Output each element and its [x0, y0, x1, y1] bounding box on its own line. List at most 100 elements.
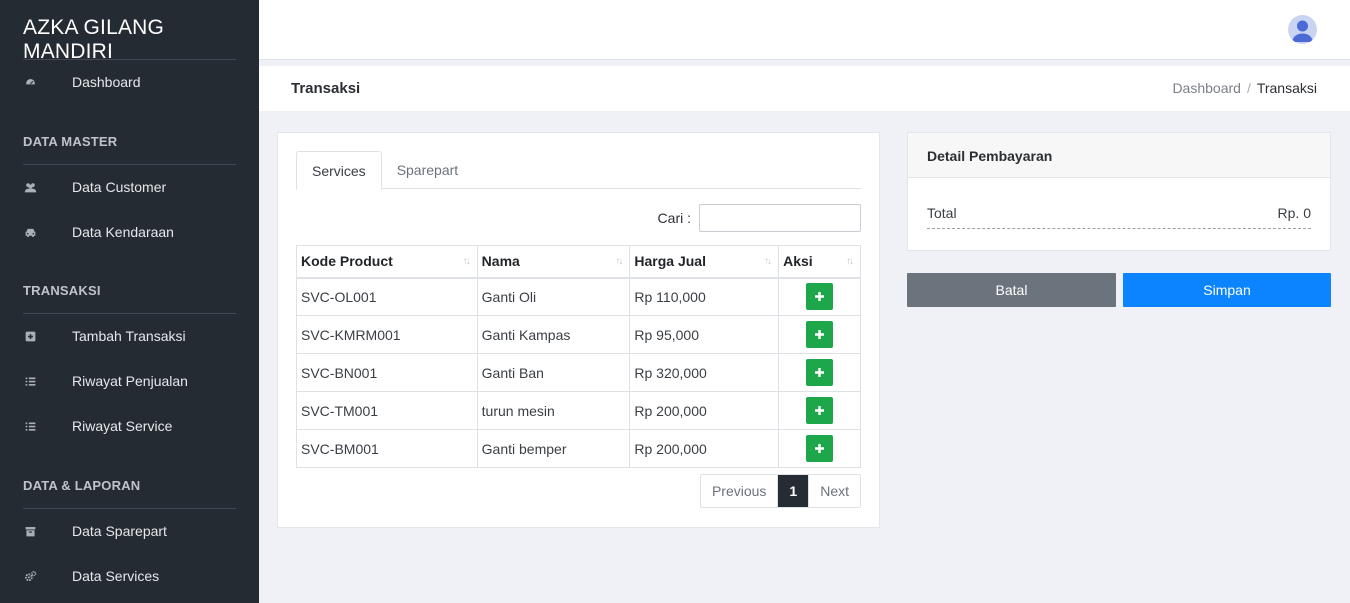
- page-title: Transaksi: [291, 80, 361, 97]
- add-item-button[interactable]: [806, 397, 834, 424]
- cell-aksi: [778, 429, 861, 468]
- payment-detail-title: Detail Pembayaran: [908, 133, 1330, 178]
- cell-harga: Rp 95,000: [629, 315, 780, 354]
- plus-icon: [815, 368, 825, 377]
- cell-kode: SVC-KMRM001: [296, 315, 478, 354]
- sidebar-item-label: Riwayat Service: [72, 418, 173, 434]
- search-input[interactable]: [699, 204, 861, 232]
- cell-aksi: [778, 391, 861, 430]
- total-label: Total: [927, 205, 957, 221]
- sidebar-item-label: Data Customer: [72, 179, 167, 195]
- cell-nama: turun mesin: [476, 391, 631, 430]
- breadcrumb-current: Transaksi: [1256, 80, 1317, 96]
- sidebar-item-data-kendaraan[interactable]: Data Kendaraan: [0, 212, 259, 252]
- cell-nama: Ganti bemper: [476, 429, 631, 468]
- cell-aksi: [778, 353, 861, 392]
- sidebar-item-data-sparepart[interactable]: Data Sparepart: [0, 511, 259, 551]
- page-header: Transaksi Dashboard / Transaksi: [259, 66, 1350, 111]
- table-header-row: Kode Product ↑↓ Nama ↑↓ Harga Jual ↑↓ Aksi ↑…: [296, 245, 861, 279]
- divider: [23, 59, 236, 60]
- tab-sparepart[interactable]: Sparepart: [382, 151, 473, 189]
- column-header-nama[interactable]: Nama ↑↓: [476, 245, 631, 279]
- column-header-label: Kode Product: [301, 253, 393, 270]
- table-row: SVC-BN001 Ganti Ban Rp 320,000: [296, 353, 861, 392]
- list-icon: [23, 419, 37, 433]
- breadcrumb-link-dashboard[interactable]: Dashboard: [1172, 80, 1241, 96]
- sort-icon: ↑↓: [764, 256, 772, 267]
- table-row: SVC-KMRM001 Ganti Kampas Rp 95,000: [296, 315, 861, 354]
- table-row: SVC-TM001 turun mesin Rp 200,000: [296, 391, 861, 430]
- column-header-label: Nama: [481, 253, 520, 270]
- section-heading-data-master: DATA MASTER: [23, 134, 118, 149]
- users-icon: [23, 180, 37, 194]
- divider: [23, 164, 236, 165]
- sort-icon: ↑↓: [846, 256, 854, 267]
- plus-square-icon: [23, 329, 37, 343]
- tachometer-icon: [23, 75, 37, 89]
- sidebar-item-data-customer[interactable]: Data Customer: [0, 167, 259, 207]
- archive-icon: [23, 524, 37, 538]
- cell-harga: Rp 110,000: [629, 277, 780, 316]
- cell-nama: Ganti Kampas: [476, 315, 631, 354]
- product-tabs: Services Sparepart: [296, 151, 861, 190]
- column-header-aksi[interactable]: Aksi ↑↓: [778, 245, 861, 279]
- pagination-next-button[interactable]: Next: [808, 475, 860, 507]
- total-row: Total Rp. 0: [927, 205, 1311, 229]
- cell-harga: Rp 320,000: [629, 353, 780, 392]
- sidebar-item-label: Riwayat Penjualan: [72, 373, 188, 389]
- sidebar-item-tambah-transaksi[interactable]: Tambah Transaksi: [0, 316, 259, 356]
- payment-detail-card: Detail Pembayaran Total Rp. 0: [907, 132, 1331, 251]
- sidebar-item-label: Data Sparepart: [72, 523, 167, 539]
- total-value: Rp. 0: [1277, 205, 1311, 221]
- breadcrumb: Dashboard / Transaksi: [1172, 80, 1317, 96]
- table-row: SVC-BM001 Ganti bemper Rp 200,000: [296, 429, 861, 468]
- add-item-button[interactable]: [806, 435, 834, 462]
- cell-aksi: [778, 315, 861, 354]
- sidebar-item-label: Tambah Transaksi: [72, 328, 186, 344]
- pagination-previous-button[interactable]: Previous: [701, 475, 777, 507]
- cell-kode: SVC-BM001: [296, 429, 478, 468]
- divider: [23, 508, 236, 509]
- cell-kode: SVC-TM001: [296, 391, 478, 430]
- sidebar-item-riwayat-penjualan[interactable]: Riwayat Penjualan: [0, 361, 259, 401]
- cell-harga: Rp 200,000: [629, 429, 780, 468]
- plus-icon: [815, 406, 825, 415]
- plus-icon: [815, 292, 825, 302]
- column-header-label: Harga Jual: [634, 253, 706, 270]
- topbar: [259, 0, 1350, 60]
- sidebar-item-riwayat-service[interactable]: Riwayat Service: [0, 406, 259, 446]
- search-label: Cari :: [657, 210, 691, 226]
- column-header-label: Aksi: [783, 253, 813, 270]
- section-heading-data-laporan: DATA & LAPORAN: [23, 478, 141, 493]
- services-table: Kode Product ↑↓ Nama ↑↓ Harga Jual ↑↓ Aksi ↑…: [296, 245, 861, 468]
- cell-aksi: [778, 277, 861, 316]
- add-item-button[interactable]: [806, 359, 834, 386]
- column-header-harga-jual[interactable]: Harga Jual ↑↓: [629, 245, 780, 279]
- breadcrumb-separator: /: [1246, 80, 1251, 96]
- save-button[interactable]: Simpan: [1123, 273, 1331, 307]
- user-avatar-icon[interactable]: [1288, 15, 1317, 44]
- search-row: Cari :: [658, 204, 861, 232]
- cogs-icon: [23, 569, 37, 583]
- sidebar: AZKA GILANG MANDIRI Dashboard DATA MASTE…: [0, 0, 259, 603]
- pagination-page-button[interactable]: 1: [777, 475, 809, 507]
- add-item-button[interactable]: [806, 283, 834, 311]
- sidebar-item-data-services[interactable]: Data Services: [0, 556, 259, 596]
- brand-title: AZKA GILANG MANDIRI: [23, 16, 165, 63]
- cancel-button[interactable]: Batal: [907, 273, 1116, 307]
- add-item-button[interactable]: [806, 321, 834, 348]
- column-header-kode-product[interactable]: Kode Product ↑↓: [296, 245, 478, 279]
- plus-icon: [815, 444, 825, 453]
- sort-icon: ↑↓: [615, 256, 623, 267]
- pagination: Previous 1 Next: [699, 474, 861, 508]
- cell-kode: SVC-BN001: [296, 353, 478, 392]
- cell-nama: Ganti Oli: [476, 277, 631, 316]
- car-icon: [23, 225, 37, 239]
- sidebar-item-label: Data Services: [72, 568, 160, 584]
- sidebar-item-label: Dashboard: [72, 74, 141, 90]
- sidebar-item-label: Data Kendaraan: [72, 224, 174, 240]
- section-heading-transaksi: TRANSAKSI: [23, 283, 101, 298]
- list-icon: [23, 374, 37, 388]
- tab-services[interactable]: Services: [296, 151, 382, 190]
- sidebar-item-dashboard[interactable]: Dashboard: [0, 62, 259, 102]
